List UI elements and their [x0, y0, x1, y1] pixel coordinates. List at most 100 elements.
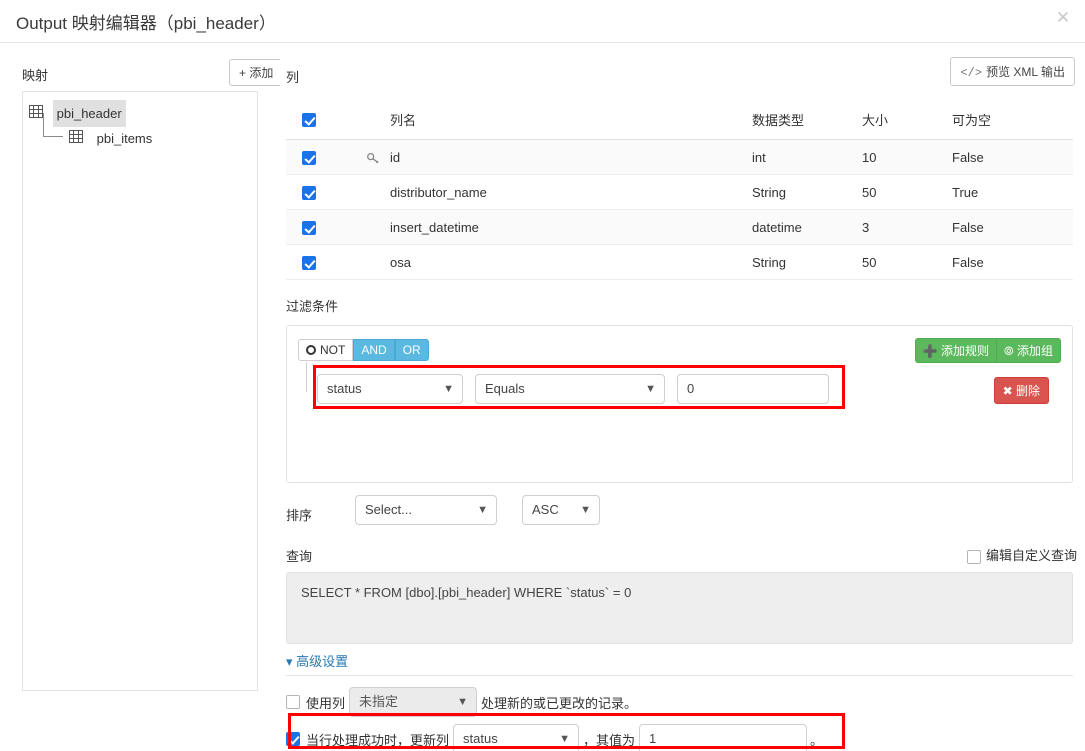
update-row-prefix-label: 当行处理成功时，更新列: [306, 732, 450, 748]
row-datatype: int: [752, 149, 766, 165]
plus-circle-icon: ⦾: [1004, 344, 1014, 358]
row-datatype: String: [752, 254, 786, 270]
row-size: 10: [862, 149, 877, 165]
mapping-main-panel: 列 </> 预览 XML 输出 列名 数据类型 大小 可为空 id int 10…: [280, 43, 1085, 751]
filter-operator-select[interactable]: Equals ▼: [475, 374, 665, 404]
chevron-down-icon: ▼: [443, 383, 454, 395]
delete-rule-button[interactable]: ✖ 删除: [993, 377, 1049, 404]
use-column-select[interactable]: 未指定 ▼: [349, 687, 478, 717]
sort-section-label: 排序: [286, 508, 313, 523]
add-rule-label: 添加规则: [941, 344, 990, 358]
edit-custom-query-checkbox[interactable]: [966, 549, 981, 564]
query-section-label: 查询: [286, 549, 313, 564]
filter-field-value: status: [327, 381, 362, 396]
chevron-down-icon: ▼: [580, 504, 591, 516]
add-mapping-button[interactable]: + 添加: [229, 59, 284, 86]
row-column-name-cell: id: [332, 150, 752, 165]
tree-connector: [43, 113, 63, 137]
use-column-checkbox[interactable]: [286, 695, 300, 709]
sort-column-value: Select...: [365, 502, 412, 517]
sidebar-label: 映射: [22, 68, 49, 83]
columns-table-header: 列名 数据类型 大小 可为空: [286, 100, 1073, 140]
filter-field-select[interactable]: status ▼: [317, 374, 463, 404]
update-row-checkbox[interactable]: [286, 732, 300, 746]
columns-section-label: 列: [286, 70, 300, 85]
mapping-tree: pbi_header pbi_items: [22, 91, 258, 691]
times-icon: ✖: [1002, 384, 1013, 398]
row-checkbox[interactable]: [302, 150, 316, 165]
row-nullable: False: [952, 254, 984, 270]
mapping-sidebar: 映射 + 添加 pbi_header pbi_items: [0, 43, 284, 751]
row-column-name-cell: insert_datetime: [332, 220, 752, 235]
table-row[interactable]: distributor_name String 50 True: [286, 175, 1073, 210]
update-row-middle-label: ，其值为: [583, 732, 636, 748]
tree-item-label: pbi_items: [96, 131, 153, 147]
plus-icon: ➕: [922, 344, 938, 358]
table-grid-icon: [69, 126, 83, 151]
row-size: 50: [862, 254, 877, 270]
advanced-settings-toggle[interactable]: ▾ 高级设置: [286, 651, 348, 670]
table-row[interactable]: id int 10 False: [286, 140, 1073, 175]
edit-custom-query-row[interactable]: 编辑自定义查询: [966, 545, 1077, 564]
row-nullable: False: [952, 149, 984, 165]
update-row-value-input[interactable]: 1: [639, 724, 808, 751]
sort-column-select[interactable]: Select... ▼: [355, 495, 497, 525]
row-column-name: distributor_name: [390, 184, 487, 200]
select-all-checkbox[interactable]: [302, 113, 316, 128]
filter-group-panel: NOT AND OR ➕ 添加规则 ⦾ 添加组 status ▼ Equals …: [286, 325, 1073, 483]
filter-not-toggle[interactable]: NOT: [298, 339, 354, 361]
preview-xml-label: 预览 XML 输出: [986, 65, 1065, 79]
chevron-down-icon: ▾: [286, 654, 293, 669]
sort-direction-select[interactable]: ASC ▼: [522, 495, 600, 525]
add-group-button[interactable]: ⦾ 添加组: [996, 338, 1061, 363]
code-icon: </>: [960, 66, 983, 80]
use-column-prefix-label: 使用列: [306, 695, 346, 711]
columns-table-body: id int 10 False distributor_name String …: [286, 140, 1073, 280]
row-checkbox-cell: [286, 219, 332, 235]
chevron-down-icon: ▼: [477, 504, 488, 516]
row-nullable: True: [952, 184, 979, 200]
update-row-column-value: status: [463, 731, 498, 746]
table-row[interactable]: osa String 50 False: [286, 245, 1073, 280]
row-checkbox-cell: [286, 149, 332, 165]
primary-key-icon: [366, 151, 381, 169]
tree-item-pbi-items[interactable]: pbi_items: [43, 113, 251, 151]
advanced-settings-label: 高级设置: [296, 654, 349, 669]
mapping-editor-dialog: Output 映射编辑器（pbi_header） ✕ 映射 + 添加 pbi_h…: [0, 0, 1085, 751]
filter-and-toggle[interactable]: AND: [353, 339, 395, 361]
edit-custom-query-label: 编辑自定义查询: [985, 548, 1077, 563]
header-column-size: 大小: [862, 113, 889, 128]
filter-or-toggle[interactable]: OR: [394, 339, 429, 361]
table-row[interactable]: insert_datetime datetime 3 False: [286, 210, 1073, 245]
select-all-cell: [286, 112, 332, 128]
update-row-suffix-label: 。: [810, 732, 824, 748]
add-rule-button[interactable]: ➕ 添加规则: [914, 338, 997, 363]
filter-group-actions: ➕ 添加规则 ⦾ 添加组: [914, 338, 1061, 363]
row-column-name: insert_datetime: [390, 219, 479, 235]
dialog-titlebar: Output 映射编辑器（pbi_header） ✕: [0, 0, 1085, 43]
preview-xml-button[interactable]: </> 预览 XML 输出: [950, 57, 1075, 86]
row-checkbox-cell: [286, 254, 332, 270]
filter-group-condition-toggle: NOT AND OR: [298, 339, 429, 361]
sort-direction-value: ASC: [532, 502, 559, 517]
radio-icon: [306, 345, 316, 355]
header-column-datatype: 数据类型: [752, 113, 805, 128]
sql-query-textarea[interactable]: SELECT * FROM [dbo].[pbi_header] WHERE `…: [286, 572, 1073, 644]
update-row-column-select[interactable]: status ▼: [453, 724, 580, 751]
row-nullable: False: [952, 219, 984, 235]
use-column-suffix-label: 处理新的或已更改的记录。: [481, 695, 638, 711]
close-icon[interactable]: ✕: [1051, 6, 1075, 30]
chevron-down-icon: ▼: [559, 733, 571, 745]
header-column-nullable: 可为空: [952, 113, 992, 128]
update-row-on-success-row: 当行处理成功时，更新列 status ▼ ，其值为 1 。: [286, 724, 823, 751]
row-column-name-cell: distributor_name: [332, 185, 752, 200]
row-checkbox[interactable]: [302, 185, 316, 200]
row-checkbox-cell: [286, 184, 332, 200]
filter-value-input[interactable]: 0: [677, 374, 829, 404]
advanced-divider: [286, 675, 1073, 676]
table-grid-icon: [29, 101, 43, 126]
add-group-label: 添加组: [1016, 344, 1053, 358]
row-checkbox[interactable]: [302, 220, 316, 235]
row-checkbox[interactable]: [302, 255, 316, 270]
delete-rule-label: 删除: [1015, 384, 1040, 398]
